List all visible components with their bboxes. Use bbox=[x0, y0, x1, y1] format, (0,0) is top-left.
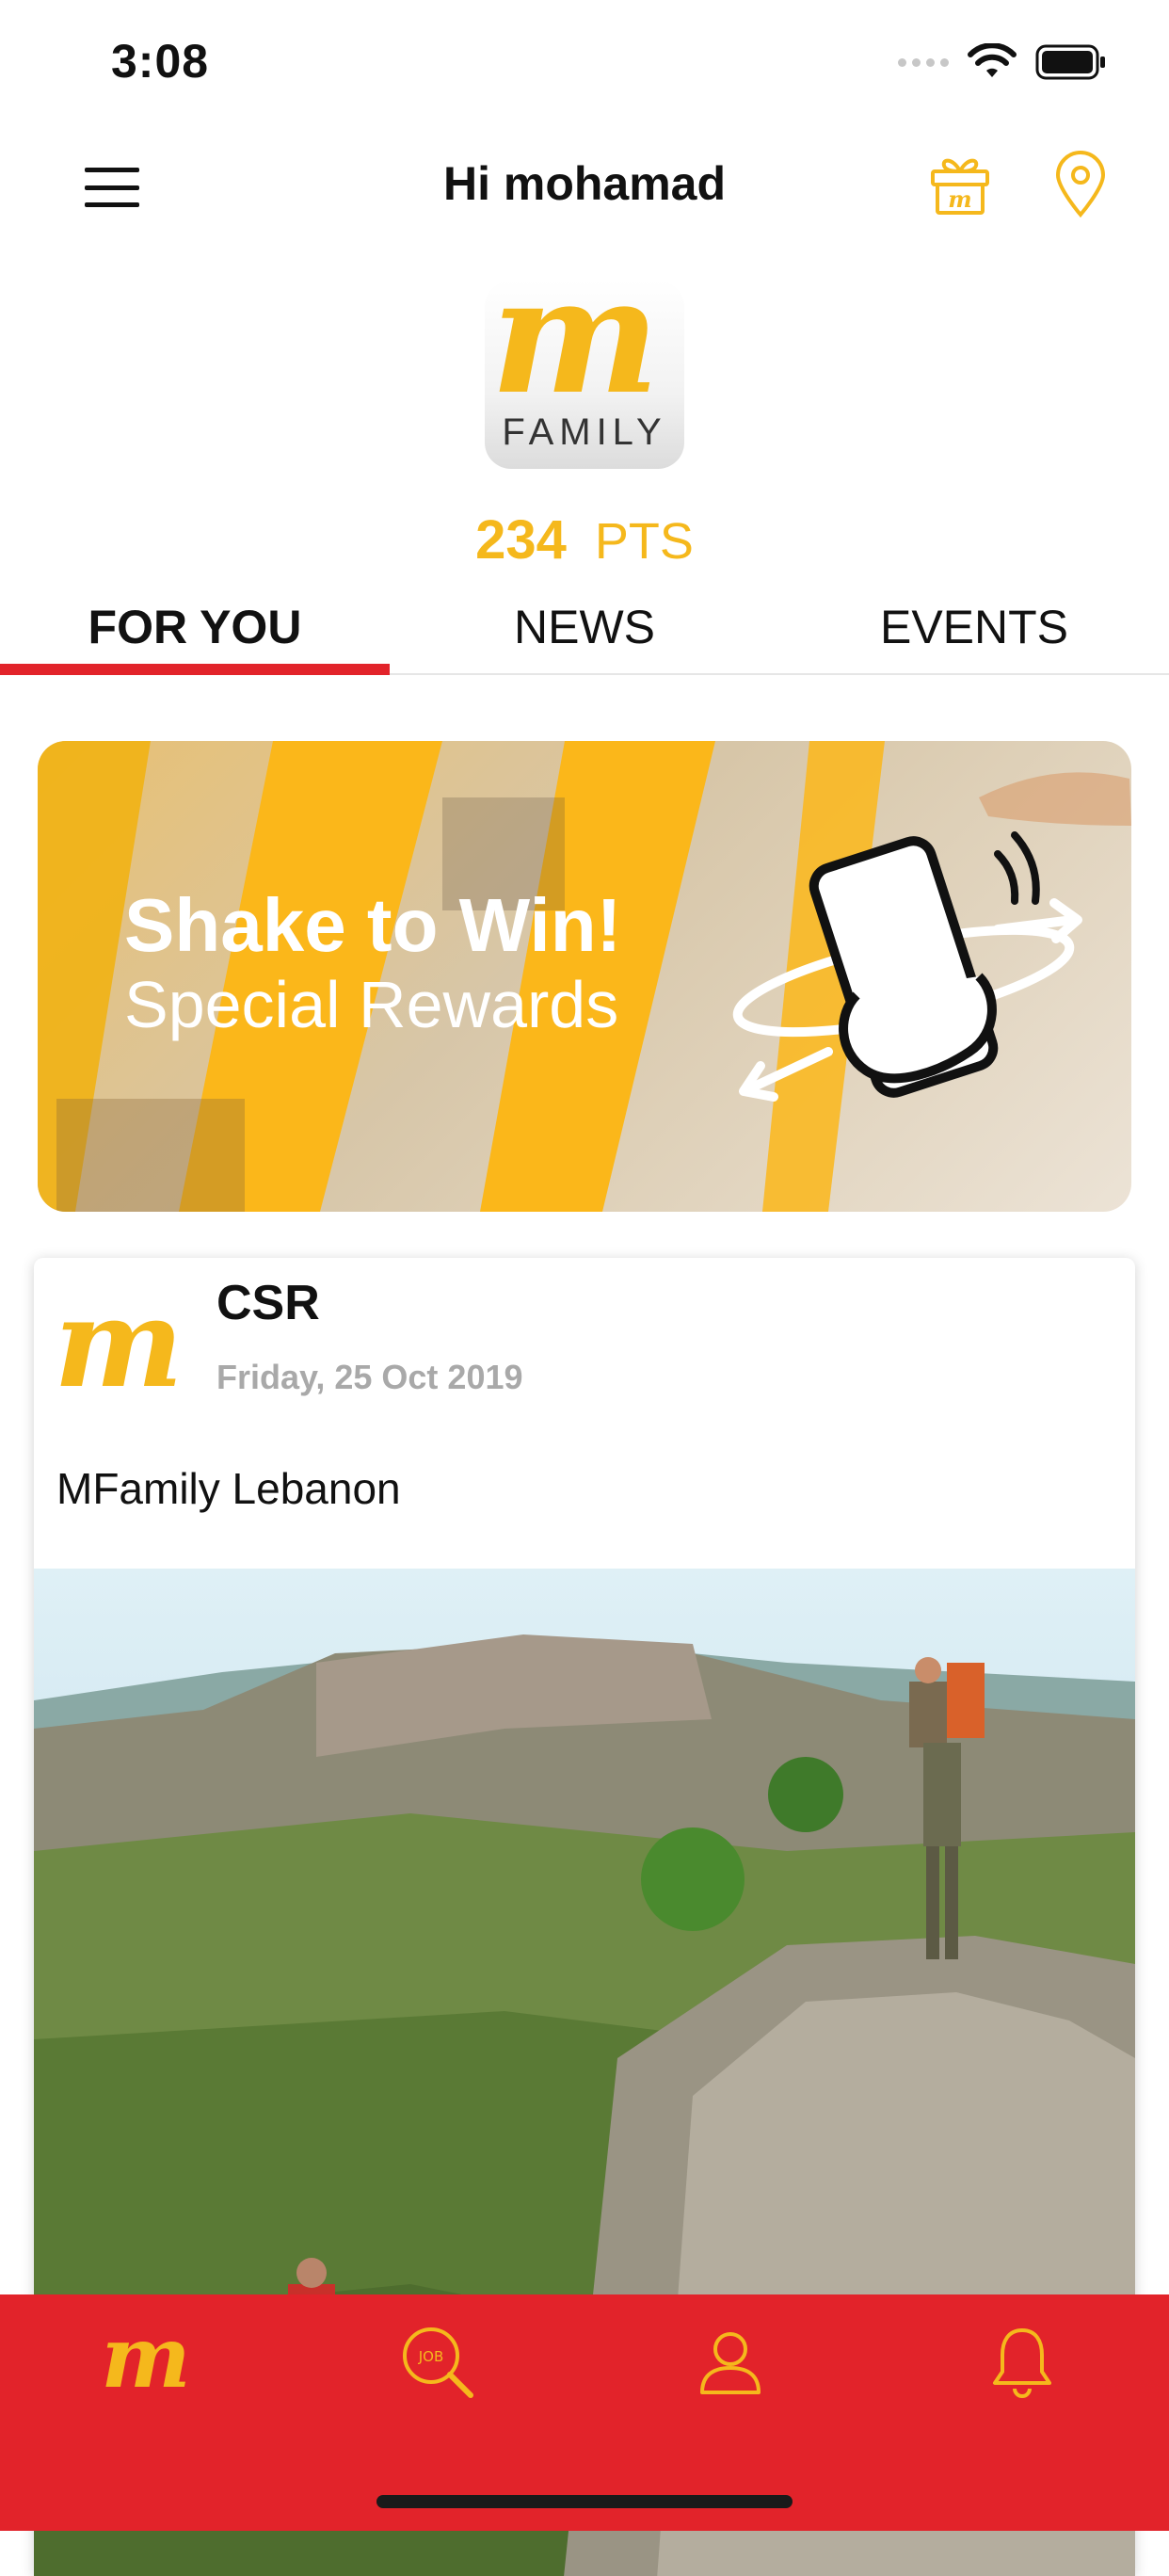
banner-subtitle: Special Rewards bbox=[124, 968, 619, 1041]
svg-text:m: m bbox=[101, 2325, 190, 2400]
home-m-icon[interactable]: m bbox=[99, 2315, 193, 2409]
battery-icon bbox=[1035, 44, 1105, 80]
shake-phone-icon bbox=[732, 831, 1082, 1102]
svg-text:m: m bbox=[948, 185, 971, 213]
wifi-icon bbox=[968, 43, 1017, 77]
signal-icon bbox=[898, 57, 949, 67]
post-date: Friday, 25 Oct 2019 bbox=[216, 1358, 523, 1396]
gift-icon[interactable]: m bbox=[927, 151, 993, 217]
points-value: 234 bbox=[475, 509, 567, 571]
logo-family-text: FAMILY bbox=[502, 411, 667, 453]
post-avatar-m-logo: m bbox=[54, 1292, 184, 1405]
home-indicator[interactable] bbox=[376, 2495, 793, 2508]
logo-m: m bbox=[490, 281, 660, 412]
bell-icon[interactable] bbox=[975, 2315, 1069, 2409]
points-display: 234 PTS bbox=[0, 508, 1169, 572]
shake-to-win-banner[interactable]: Shake to Win! Special Rewards bbox=[38, 741, 1131, 1212]
mfamily-logo: m FAMILY bbox=[485, 281, 684, 469]
status-icons bbox=[898, 43, 1107, 81]
points-unit: PTS bbox=[594, 513, 694, 570]
post-text: MFamily Lebanon bbox=[56, 1464, 401, 1513]
tab-bar: FOR YOU NEWS EVENTS bbox=[0, 588, 1169, 675]
banner-title: Shake to Win! bbox=[124, 883, 622, 967]
profile-icon[interactable] bbox=[683, 2315, 777, 2409]
tab-for-you[interactable]: FOR YOU bbox=[0, 588, 390, 675]
svg-text:m: m bbox=[54, 1292, 184, 1405]
location-pin-icon[interactable] bbox=[1052, 151, 1109, 218]
status-time: 3:08 bbox=[111, 35, 210, 88]
svg-text:JOB: JOB bbox=[418, 2348, 444, 2365]
page-title: Hi mohamad bbox=[442, 157, 727, 210]
tab-events[interactable]: EVENTS bbox=[779, 588, 1169, 673]
tab-news[interactable]: NEWS bbox=[390, 588, 779, 673]
job-search-icon[interactable]: JOB bbox=[391, 2315, 485, 2409]
post-category: CSR bbox=[216, 1276, 320, 1330]
